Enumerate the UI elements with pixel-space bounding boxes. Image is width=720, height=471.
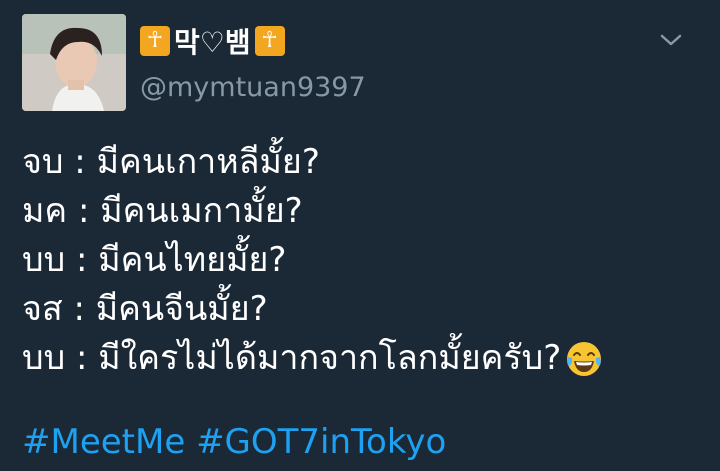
hashtags: #MeetMe #GOT7inTokyo xyxy=(22,418,446,466)
avatar[interactable] xyxy=(22,14,126,111)
chevron-down-icon[interactable] xyxy=(658,30,684,50)
tweet-text: จบ : มีคนเกาหลีมั้ย? มค : มีคนเมกามั้ย? … xyxy=(22,138,712,383)
tweet-line-text: จส : มีคนจีนมั้ย? xyxy=(22,289,268,329)
user-handle[interactable]: @mymtuan9397 xyxy=(140,72,366,103)
tweet-line: จส : มีคนจีนมั้ย? xyxy=(22,285,712,334)
ankh-icon: ☥ xyxy=(140,26,170,56)
display-name[interactable]: ☥ 막♡뱀 ☥ xyxy=(140,22,285,60)
ankh-icon: ☥ xyxy=(254,26,285,56)
tweet-line-text: จบ : มีคนเกาหลีมั้ย? xyxy=(22,142,320,182)
tweet-line: มค : มีคนเมกามั้ย? xyxy=(22,187,712,236)
tweet-line-text: บบ : มีใครไม่ได้มากจากโลกมั้ยครับ? xyxy=(22,338,562,378)
tweet-line-text: บบ : มีคนไทยมั้ย? xyxy=(22,240,287,280)
hashtag-link[interactable]: #MeetMe xyxy=(22,422,185,462)
tweet-line: บบ : มีคนไทยมั้ย? xyxy=(22,236,712,285)
tears-of-joy-emoji-icon xyxy=(565,340,603,378)
hashtag-link[interactable]: #GOT7inTokyo xyxy=(196,422,446,462)
tweet-line: บบ : มีใครไม่ได้มากจากโลกมั้ยครับ? xyxy=(22,334,712,383)
tweet-line-text: มค : มีคนเมกามั้ย? xyxy=(22,191,303,231)
tweet-line: จบ : มีคนเกาหลีมั้ย? xyxy=(22,138,712,187)
display-name-text: 막♡뱀 xyxy=(174,26,251,59)
